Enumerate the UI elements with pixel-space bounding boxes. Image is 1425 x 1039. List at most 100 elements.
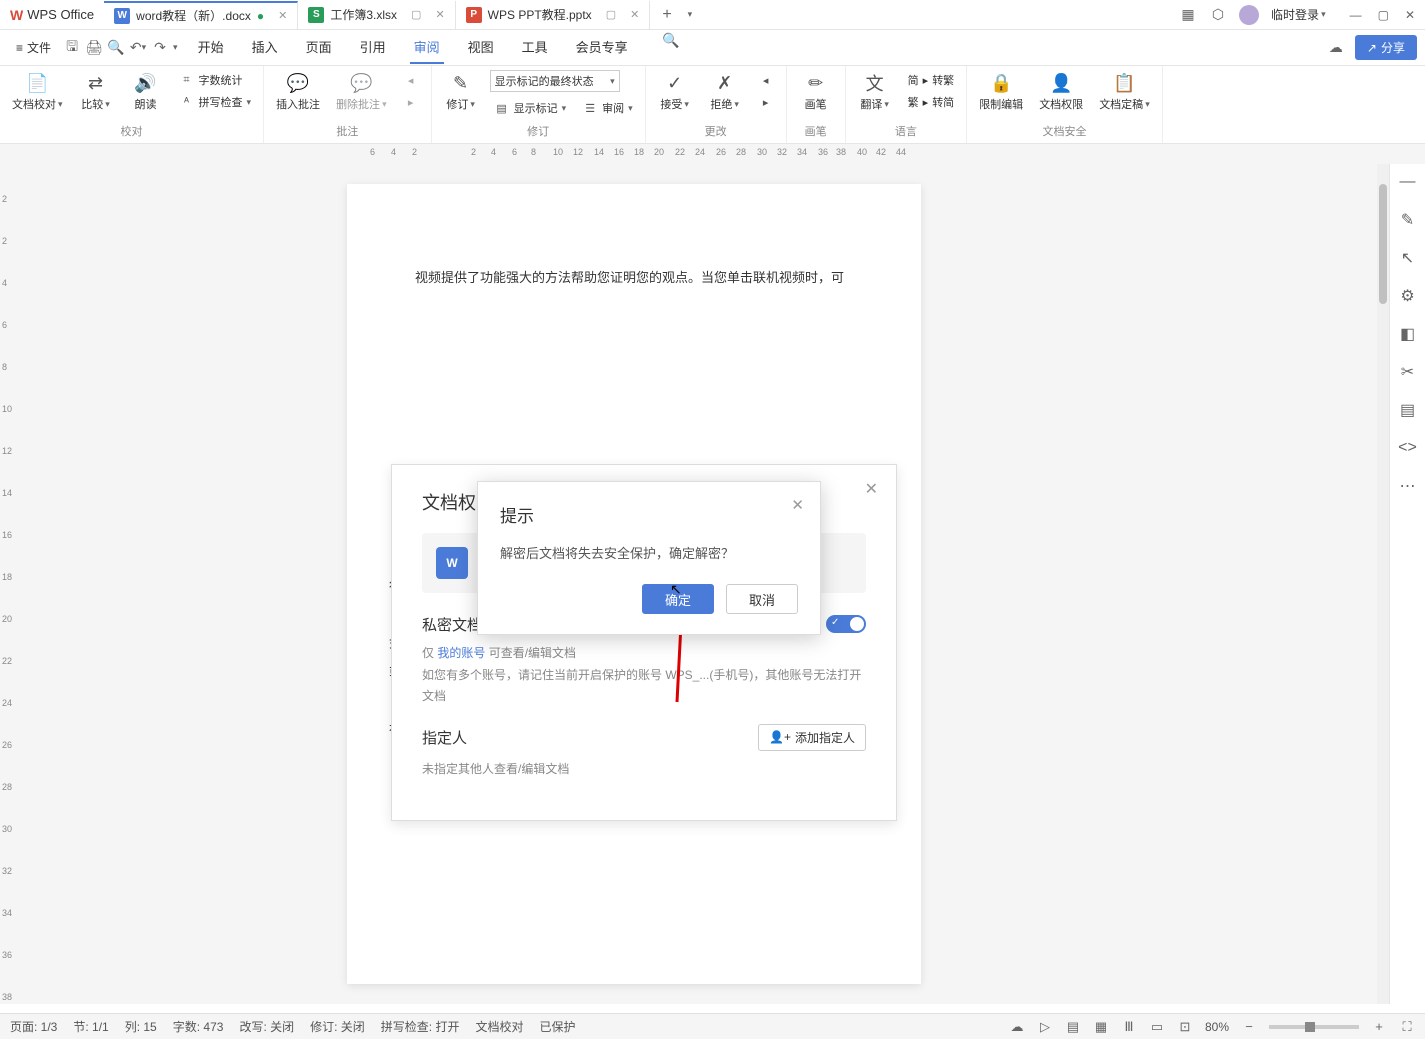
close-button[interactable]: ✕: [1405, 8, 1415, 22]
insert-comment-button[interactable]: 💬插入批注: [272, 70, 324, 114]
layers-icon[interactable]: ◧: [1398, 324, 1418, 344]
delete-comment-button[interactable]: 💬删除批注▾: [332, 70, 391, 114]
menu-review[interactable]: 审阅: [410, 31, 444, 64]
to-simplified-button[interactable]: 繁▸转简: [904, 92, 959, 112]
close-icon[interactable]: ✕: [865, 479, 878, 499]
prev-comment-button[interactable]: ◂: [399, 70, 423, 90]
markup-state-select[interactable]: 显示标记的最终状态▾: [490, 70, 620, 92]
chevron-down-icon[interactable]: ▾: [688, 9, 693, 20]
play-icon[interactable]: ▷: [1037, 1019, 1053, 1035]
show-markup-button[interactable]: ▤显示标记▾: [490, 98, 571, 118]
close-icon[interactable]: ✕: [435, 8, 444, 21]
next-comment-button[interactable]: ▸: [399, 92, 423, 112]
menu-insert[interactable]: 插入: [248, 31, 282, 64]
pencil-icon[interactable]: ✎: [1398, 210, 1418, 230]
spellcheck-status[interactable]: 拼写检查: 打开: [381, 1018, 460, 1035]
zoom-out-button[interactable]: −: [1241, 1019, 1257, 1035]
revise-button[interactable]: ✎修订▾: [440, 70, 482, 114]
doc-anchor-button[interactable]: 📋文档定稿▾: [1095, 70, 1154, 114]
book-icon[interactable]: ▤: [1398, 400, 1418, 420]
print-preview-icon[interactable]: 🔍: [107, 39, 125, 57]
package-icon[interactable]: ⬡: [1209, 6, 1227, 24]
add-assignee-button[interactable]: 👤+ 添加指定人: [758, 724, 866, 751]
dot-icon: ●: [257, 9, 264, 23]
close-icon[interactable]: ✕: [278, 9, 287, 22]
cancel-button[interactable]: 取消: [726, 584, 798, 614]
outline-view-icon[interactable]: Ⅲ: [1121, 1019, 1137, 1035]
pointer-icon[interactable]: ↖: [1398, 248, 1418, 268]
accept-button[interactable]: ✓接受▾: [654, 70, 696, 114]
new-tab-button[interactable]: +: [650, 6, 683, 24]
zoom-level[interactable]: 80%: [1205, 1020, 1229, 1034]
page-view-icon[interactable]: ▤: [1065, 1019, 1081, 1035]
fit-width-icon[interactable]: ⊡: [1177, 1019, 1193, 1035]
menu-start[interactable]: 开始: [194, 31, 228, 64]
menu-member[interactable]: 会员专享: [572, 31, 632, 64]
cloud-sync-icon[interactable]: ☁: [1009, 1019, 1025, 1035]
zoom-slider[interactable]: [1269, 1025, 1359, 1029]
next-change-button[interactable]: ▸: [754, 92, 778, 112]
section-indicator[interactable]: 节: 1/1: [73, 1018, 108, 1035]
tools-icon[interactable]: ✂: [1398, 362, 1418, 382]
more-icon[interactable]: ⋯: [1398, 476, 1418, 496]
prev-change-button[interactable]: ◂: [754, 70, 778, 90]
section-desc: 仅 我的账号 可查看/编辑文档 如您有多个账号，请记住当前开启保护的账号 WPS…: [422, 643, 866, 708]
restrict-edit-button[interactable]: 🔒限制编辑: [975, 70, 1027, 114]
translate-button[interactable]: 文翻译▾: [854, 70, 896, 114]
overwrite-status[interactable]: 改写: 关闭: [239, 1018, 294, 1035]
login-status[interactable]: 临时登录▾: [1271, 6, 1326, 23]
menu-page[interactable]: 页面: [302, 31, 336, 64]
doc-check-status[interactable]: 文档校对: [475, 1018, 523, 1035]
column-indicator[interactable]: 列: 15: [125, 1018, 157, 1035]
zoom-in-button[interactable]: +: [1371, 1019, 1387, 1035]
code-icon[interactable]: <>: [1398, 438, 1418, 458]
app-logo[interactable]: WWPS Office: [0, 7, 104, 23]
search-icon[interactable]: 🔍: [662, 31, 680, 49]
file-menu-button[interactable]: ≡ 文件: [8, 35, 59, 60]
close-icon[interactable]: ✕: [791, 496, 804, 514]
revision-status[interactable]: 修订: 关闭: [310, 1018, 365, 1035]
chevron-down-icon[interactable]: ▾: [173, 42, 178, 53]
pen-button[interactable]: ✏画笔: [795, 70, 837, 114]
avatar[interactable]: [1239, 5, 1259, 25]
review-pane-button[interactable]: ☰审阅▾: [578, 98, 637, 118]
maximize-icon[interactable]: ▢: [411, 8, 421, 21]
tab-word-doc[interactable]: W word教程（新）.docx ● ✕: [104, 1, 298, 29]
vertical-scrollbar[interactable]: [1377, 164, 1389, 1004]
page-indicator[interactable]: 页面: 1/3: [10, 1018, 57, 1035]
spell-check-button[interactable]: ᴬ拼写检查▾: [175, 92, 256, 112]
minus-icon[interactable]: —: [1398, 172, 1418, 192]
word-count-button[interactable]: ⌗字数统计: [175, 70, 256, 90]
tab-sheet[interactable]: S 工作簿3.xlsx ▢ ✕: [298, 1, 455, 29]
share-button[interactable]: ↗ 分享: [1355, 35, 1417, 60]
read-aloud-button[interactable]: 🔊朗读: [125, 70, 167, 114]
protection-toggle[interactable]: [826, 615, 866, 633]
minimize-button[interactable]: —: [1350, 8, 1362, 22]
my-account-link[interactable]: 我的账号: [437, 646, 485, 660]
maximize-button[interactable]: ▢: [1378, 8, 1389, 22]
read-view-icon[interactable]: ▭: [1149, 1019, 1165, 1035]
reject-button[interactable]: ✗拒绝▾: [704, 70, 746, 114]
paragraph: 视频提供了功能强大的方法帮助您证明您的观点。当您单击联机视频时，可: [389, 264, 879, 293]
layout-icon[interactable]: ▦: [1179, 6, 1197, 24]
menu-view[interactable]: 视图: [464, 31, 498, 64]
web-view-icon[interactable]: ▦: [1093, 1019, 1109, 1035]
undo-icon[interactable]: ↶ ▾: [129, 39, 147, 57]
protection-status[interactable]: 已保护: [539, 1018, 575, 1035]
cloud-icon[interactable]: ☁: [1327, 39, 1345, 57]
doc-check-button[interactable]: 📄文档校对▾: [8, 70, 67, 114]
close-icon[interactable]: ✕: [630, 8, 639, 21]
doc-permission-button[interactable]: 👤文档权限: [1035, 70, 1087, 114]
fullscreen-icon[interactable]: ⛶: [1399, 1019, 1415, 1035]
maximize-icon[interactable]: ▢: [606, 8, 616, 21]
menu-reference[interactable]: 引用: [356, 31, 390, 64]
settings-icon[interactable]: ⚙: [1398, 286, 1418, 306]
tab-ppt[interactable]: P WPS PPT教程.pptx ▢ ✕: [456, 1, 651, 29]
to-traditional-button[interactable]: 简▸转繁: [904, 70, 959, 90]
menu-tools[interactable]: 工具: [518, 31, 552, 64]
word-count[interactable]: 字数: 473: [173, 1018, 224, 1035]
redo-icon[interactable]: ↷: [151, 39, 169, 57]
compare-button[interactable]: ⇄比较▾: [75, 70, 117, 114]
save-icon[interactable]: 🖫: [63, 39, 81, 57]
print-icon[interactable]: 🖨: [85, 39, 103, 57]
